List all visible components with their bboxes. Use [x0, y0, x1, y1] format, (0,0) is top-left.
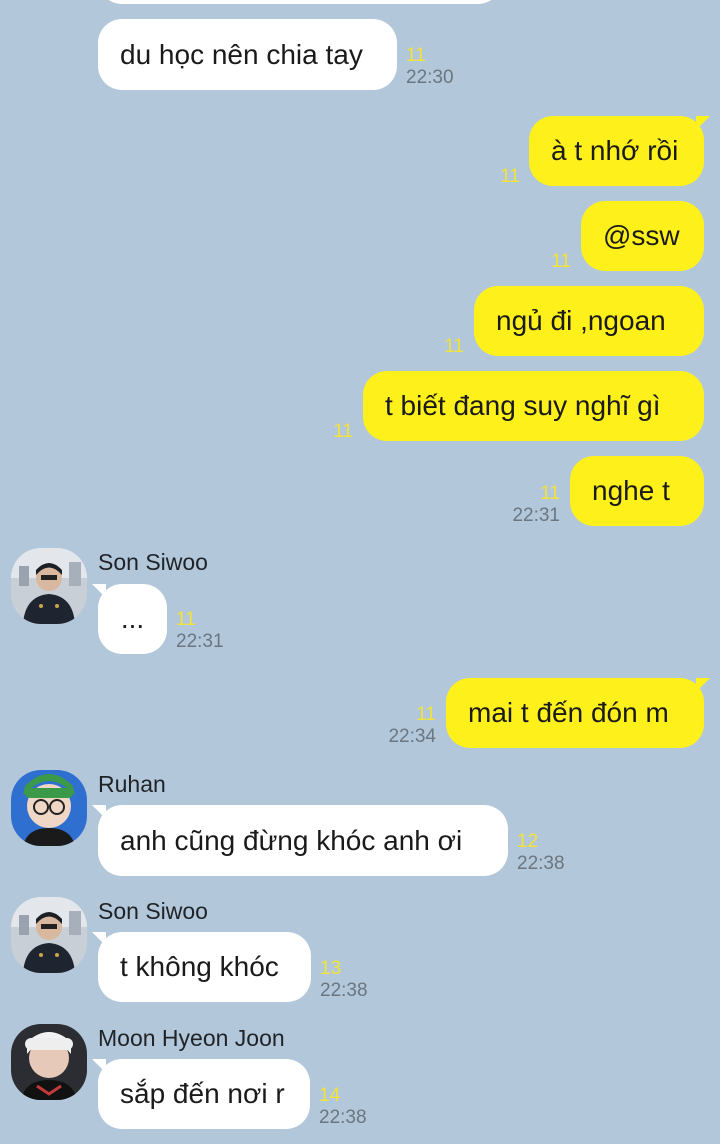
message-text: ngủ đi ,ngoan — [496, 305, 666, 336]
message-meta: 13 22:38 — [320, 958, 368, 1002]
message-bubble[interactable]: @ssw — [581, 201, 704, 271]
sender-name: Son Siwoo — [98, 549, 208, 575]
message-text: du học nên chia tay — [120, 38, 363, 70]
timestamp: 22:38 — [319, 1107, 367, 1128]
message-meta: 12 22:38 — [517, 831, 565, 875]
message-meta: 11 — [313, 421, 353, 443]
message-bubble[interactable]: ngủ đi ,ngoan — [474, 286, 704, 356]
person-icon — [11, 548, 87, 624]
timestamp: 22:30 — [406, 67, 454, 88]
message-meta: 11 22:30 — [406, 45, 454, 89]
sender-name: Moon Hyeon Joon — [98, 1025, 285, 1051]
message-meta: 11 22:31 — [176, 609, 224, 653]
message-text: à t nhớ rồi — [551, 135, 679, 166]
message-bubble[interactable]: sắp đến nơi r — [92, 1059, 310, 1129]
unread-count: 11 — [540, 483, 560, 504]
message-meta-cutoff — [518, 0, 523, 8]
message-meta: 11 — [480, 166, 520, 188]
person-icon — [11, 1024, 87, 1100]
unread-count: 11 — [416, 704, 436, 725]
sender-name: Ruhan — [98, 771, 166, 797]
person-icon — [11, 897, 87, 973]
message-text: @ssw — [603, 220, 680, 251]
message-text: mai t đến đón m — [468, 697, 669, 728]
timestamp: 22:31 — [512, 505, 560, 526]
unread-count: 11 — [500, 166, 520, 187]
unread-count: 11 — [333, 421, 353, 442]
timestamp: 22:31 — [176, 631, 224, 652]
unread-count: 12 — [517, 831, 539, 852]
message-bubble[interactable]: à t nhớ rồi — [529, 116, 710, 186]
message-meta: 11 — [531, 251, 571, 273]
unread-count: 11 — [176, 609, 196, 630]
message-meta: 11 — [424, 336, 464, 358]
message-meta: 11 22:34 — [376, 704, 436, 748]
message-bubble[interactable]: t biết đang suy nghĩ gì — [363, 371, 704, 441]
message-text: t biết đang suy nghĩ gì — [385, 390, 661, 421]
avatar-moon-hyeon-joon[interactable] — [11, 1024, 87, 1100]
avatar-son-siwoo[interactable] — [11, 548, 87, 624]
unread-count: 14 — [319, 1085, 341, 1106]
message-bubble[interactable]: nghe t — [570, 456, 704, 526]
message-text: sắp đến nơi r — [120, 1078, 285, 1109]
message-meta: 11 22:31 — [498, 483, 560, 527]
message-bubble[interactable]: ... — [92, 584, 167, 654]
message-bubble-cutoff[interactable] — [98, 0, 502, 4]
sender-name: Son Siwoo — [98, 898, 208, 924]
message-bubble[interactable]: anh cũng đừng khóc anh ơi — [92, 805, 508, 876]
message-bubble[interactable]: mai t đến đón m — [446, 678, 710, 748]
unread-count: 11 — [551, 251, 571, 272]
message-bubble[interactable]: du học nên chia tay — [98, 19, 397, 90]
timestamp: 22:38 — [320, 980, 368, 1001]
unread-count: 11 — [406, 45, 426, 66]
timestamp: 22:38 — [517, 853, 565, 874]
timestamp: 22:34 — [388, 726, 436, 747]
unread-count: 11 — [444, 336, 464, 357]
unread-count: 13 — [320, 958, 342, 979]
person-icon — [11, 770, 87, 846]
message-bubble[interactable]: t không khóc — [92, 932, 311, 1002]
avatar-son-siwoo[interactable] — [11, 897, 87, 973]
message-text: anh cũng đừng khóc anh ơi — [120, 824, 463, 856]
message-text: ... — [120, 603, 145, 634]
message-text: t không khóc — [120, 951, 279, 982]
message-meta: 14 22:38 — [319, 1085, 367, 1129]
avatar-ruhan[interactable] — [11, 770, 87, 846]
message-text: nghe t — [592, 475, 670, 506]
